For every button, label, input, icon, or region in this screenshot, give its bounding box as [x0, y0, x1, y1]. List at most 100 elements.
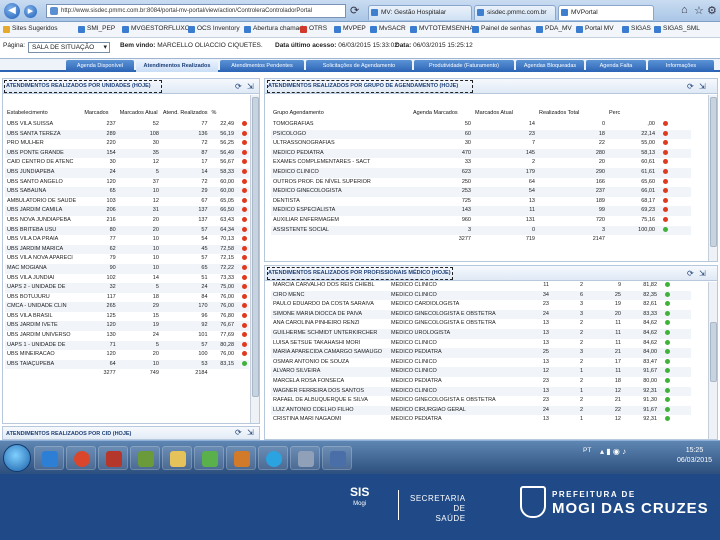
taskbar-app-icon[interactable] — [130, 446, 160, 470]
back-arrow-icon[interactable]: ◀ — [4, 3, 20, 19]
table-row[interactable]: UBS VILA DA PRAIA 77 10 54 70,13 — [5, 235, 249, 245]
bookmark-item[interactable]: SIGAS — [622, 25, 651, 33]
table-row[interactable]: UBS JARDIM UNIVERSO 130 24 101 77,69 — [5, 331, 249, 341]
table-row[interactable]: AMBULATORIO DE SAUDE 103 12 67 65,05 — [5, 197, 249, 207]
table-row[interactable]: UAPS 2 - UNIDADE DE 32 5 24 75,00 — [5, 283, 249, 293]
scrollbar[interactable] — [708, 95, 717, 261]
column-header[interactable]: Perc — [607, 107, 657, 120]
table-row[interactable]: PSICOLOGO 60 23 18 22,14 — [271, 129, 691, 140]
column-header[interactable]: Marcados Atual — [118, 107, 161, 120]
taskbar-skype-icon[interactable] — [258, 446, 288, 470]
bookmark-item[interactable]: MVTOTEMSENHA — [410, 25, 474, 33]
table-row[interactable]: UBS SANTA TEREZA 289 108 136 56,19 — [5, 129, 249, 140]
tab-agenda-falta[interactable]: Agenda Falta — [586, 60, 646, 72]
table-row[interactable]: UBS JARDIM CAMILA 206 31 137 66,50 — [5, 206, 249, 216]
column-header[interactable]: Estabelecimento — [5, 107, 82, 120]
scrollbar-thumb[interactable] — [710, 322, 717, 382]
bookmark-item[interactable]: SMI_PEP — [78, 25, 115, 33]
table-row[interactable]: UBS VILA SUISSA 237 52 77 22,49 — [5, 120, 249, 130]
table-row[interactable]: LUISA SETSUE TAKAHASHI MORI MEDICO CLINIC… — [271, 339, 691, 349]
taskbar-app-icon[interactable] — [290, 446, 320, 470]
table-row[interactable]: SIMONE MARIA DIOCCA DE PAIVA MEDICO GINEC… — [271, 309, 691, 320]
home-icon[interactable]: ⌂ — [681, 4, 688, 16]
table-row[interactable]: GUILHERME SCHMIDT UNTERKIRCHER MEDICO URO… — [271, 328, 691, 339]
table-row[interactable]: UBS JARDIM IVETE 120 19 92 76,67 — [5, 321, 249, 332]
refresh-icon[interactable]: ⟳ — [687, 269, 694, 278]
bookmark-item[interactable]: Painel de senhas — [472, 25, 531, 33]
table-row[interactable]: AUXILIAR ENFERMAGEM 960 131 720 75,16 — [271, 216, 691, 226]
export-icon[interactable]: ⇲ — [699, 82, 706, 91]
table-row[interactable]: MARCIA CARVALHO DOS REIS CHIEBL MEDICO CL… — [271, 281, 691, 291]
refresh-icon[interactable]: ⟳ — [350, 4, 359, 17]
column-header[interactable]: Atend. Realizados — [161, 107, 210, 120]
table-row[interactable]: ASSISTENTE SOCIAL 3 0 3 100,00 — [271, 225, 691, 236]
table-row[interactable]: RAFAEL DE ALBUQUERQUE E SILVA MEDICO GINE… — [271, 396, 691, 406]
bookmark-item[interactable]: Abertura chamado — [244, 25, 306, 33]
bookmark-item[interactable]: MVPEP — [334, 25, 366, 33]
address-bar[interactable]: http://www.sisdec.pmmc.com.br:8084/porta… — [46, 4, 346, 18]
table-row[interactable]: UBS BOTUJURU 117 18 84 76,00 — [5, 293, 249, 303]
browser-tab-1[interactable]: MV: Gestão Hospitalar — [368, 5, 472, 20]
table-row[interactable]: UBS VILA NOVA APARECI 79 10 57 72,15 — [5, 254, 249, 264]
table-row[interactable]: UBS VILA JUNDIAI 102 14 51 73,33 — [5, 274, 249, 284]
taskbar-chrome-icon[interactable] — [66, 446, 96, 470]
table-row[interactable]: TOMOGRAFIAS 50 14 0 ,00 — [271, 120, 691, 130]
refresh-icon[interactable]: ⟳ — [687, 82, 694, 91]
column-header[interactable]: % — [210, 107, 236, 120]
export-icon[interactable]: ⇲ — [247, 428, 254, 437]
table-row[interactable]: UBS JARDIM MARICA 62 10 45 72,58 — [5, 244, 249, 255]
start-button-icon[interactable] — [3, 444, 31, 472]
table-row[interactable]: UBS JUNDIAPEBA 24 5 14 58,33 — [5, 167, 249, 178]
bookmark-item[interactable]: Sites Sugeridos — [3, 25, 58, 33]
page-selector[interactable]: SALA DE SITUAÇÃO — [28, 42, 110, 53]
scrollbar[interactable] — [708, 282, 717, 439]
export-icon[interactable]: ⇲ — [699, 269, 706, 278]
table-row[interactable]: MEDICO CLINICO 623 179 290 61,61 — [271, 167, 691, 178]
tab-agendas-bloqueadas[interactable]: Agendas Bloqueadas — [516, 60, 584, 72]
forward-arrow-icon[interactable]: ▶ — [24, 5, 37, 18]
table-row[interactable]: LUIZ ANTONIO COELHO FILHO MEDICO CIRURGIA… — [271, 405, 691, 416]
column-header[interactable]: Marcados Atual — [473, 107, 537, 120]
scrollbar-thumb[interactable] — [710, 97, 717, 247]
bookmark-item[interactable]: MVGESTORFLUXO — [122, 25, 190, 33]
table-row[interactable]: UBS PONTE GRANDE 154 35 87 56,49 — [5, 148, 249, 159]
bookmark-item[interactable]: SIGAS_SML — [654, 25, 700, 33]
language-indicator[interactable]: PT — [583, 447, 591, 454]
table-row[interactable]: MARCELA ROSA FONSECA MEDICO PEDIATRA 23 2 18… — [271, 377, 691, 387]
table-row[interactable]: ANA CAROLINA PINHEIRO RENZI MEDICO GINECO… — [271, 319, 691, 329]
column-header[interactable]: Grupo Agendamento — [271, 107, 411, 120]
table-row[interactable]: DENTISTA 725 13 189 68,17 — [271, 197, 691, 207]
taskbar-ie-icon[interactable] — [34, 446, 64, 470]
bookmark-item[interactable]: PDA_MV — [536, 25, 572, 33]
table-row[interactable]: CIRO MENC MEDICO CLINICO 34 6 25 82,35 — [271, 290, 691, 301]
table-row[interactable]: UBS BRITEBA USU 80 20 57 64,34 — [5, 225, 249, 236]
column-header[interactable]: Realizados Total — [537, 107, 607, 120]
table-row[interactable]: ALVARO SILVEIRA MEDICO CLINICO 12 1 11 91,67 — [271, 367, 691, 377]
tab-agenda-disponivel[interactable]: Agenda Disponível — [66, 60, 134, 72]
table-row[interactable]: MEDICO ESPECIALISTA 143 11 99 69,23 — [271, 206, 691, 216]
table-row[interactable]: ULTRASSONOGRAFIAS 30 7 22 55,00 — [271, 139, 691, 149]
bookmark-item[interactable]: MvSACR — [370, 25, 406, 33]
table-row[interactable]: UAPS 1 - UNIDADE DE 71 5 57 80,28 — [5, 340, 249, 351]
table-row[interactable]: UBS TAIAÇUPEBA 64 10 53 83,15 — [5, 359, 249, 370]
taskbar-app-icon[interactable] — [98, 446, 128, 470]
scrollbar[interactable] — [250, 95, 259, 423]
table-row[interactable]: MEDICO PEDIATRA 470 145 280 58,13 — [271, 148, 691, 159]
refresh-icon[interactable]: ⟳ — [235, 82, 242, 91]
table-row[interactable]: MEDICO GINECOLOGISTA 253 54 237 66,01 — [271, 187, 691, 197]
column-header[interactable]: Marcados — [82, 107, 117, 120]
column-header[interactable]: Agenda Marcados — [411, 107, 473, 120]
table-row[interactable]: UBS SABAUNA 65 10 29 60,00 — [5, 187, 249, 197]
browser-tab-3[interactable]: MVPortal — [558, 5, 654, 20]
table-row[interactable]: CAID CENTRO DE ATENC 30 12 17 56,67 — [5, 158, 249, 168]
taskbar-explorer-icon[interactable] — [162, 446, 192, 470]
taskbar-app-icon[interactable] — [194, 446, 224, 470]
bookmark-item[interactable]: Portal MV — [576, 25, 614, 33]
table-row[interactable]: UBS NOVA JUNDIAPEBA 216 20 137 63,43 — [5, 216, 249, 226]
table-row[interactable]: PAULO EDUARDO DA COSTA SARAIVA MEDICO CAR… — [271, 300, 691, 310]
taskbar-app-icon[interactable] — [226, 446, 256, 470]
table-row[interactable]: OUTROS PROF. DE NÍVEL SUPERIOR 250 64 166 65… — [271, 178, 691, 188]
table-row[interactable]: WAGNER FERREIRA DOS SANTOS MEDICO CLINICO… — [271, 386, 691, 397]
table-row[interactable]: CMCA - UNIDADE CLIN 265 29 170 76,00 — [5, 302, 249, 312]
tab-atendimentos-pendentes[interactable]: Atendimentos Pendentes — [220, 60, 304, 72]
